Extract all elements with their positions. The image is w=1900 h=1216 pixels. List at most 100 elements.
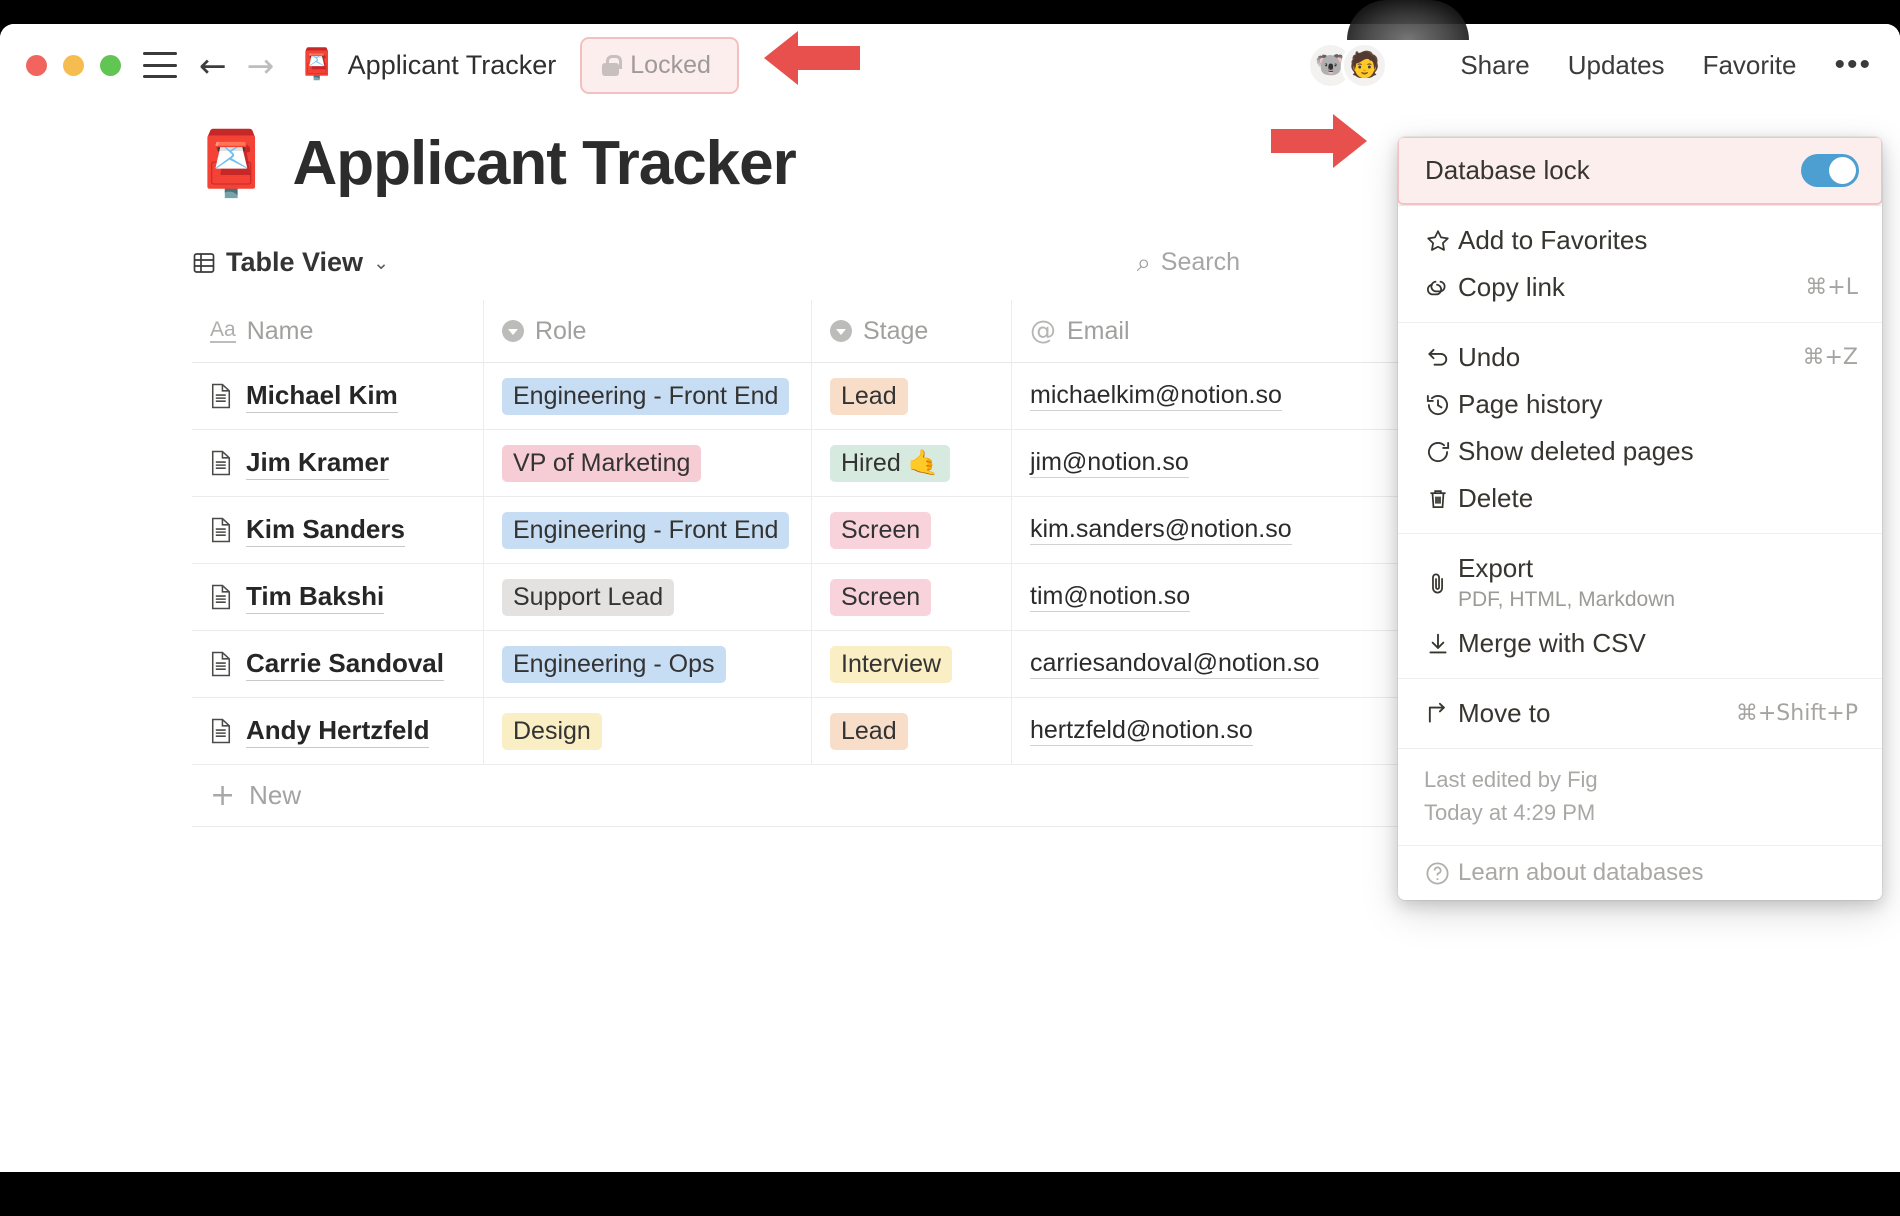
avatar[interactable]: 🧑 bbox=[1341, 41, 1389, 89]
cell-role[interactable]: Engineering - Ops bbox=[484, 631, 812, 697]
text-type-icon: Aa bbox=[210, 318, 236, 344]
cell-name[interactable]: Andy Hertzfeld bbox=[192, 698, 484, 764]
cell-email[interactable]: hertzfeld@notion.so bbox=[1012, 698, 1432, 764]
email-link[interactable]: carriesandoval@notion.so bbox=[1030, 649, 1320, 679]
titlebar-right-actions: 🐨 🧑 Share Updates Favorite ••• bbox=[1307, 41, 1872, 89]
avatar-group[interactable]: 🐨 🧑 bbox=[1307, 41, 1389, 89]
cell-role[interactable]: Design bbox=[484, 698, 812, 764]
page-document-icon[interactable] bbox=[210, 383, 232, 409]
column-header-stage[interactable]: Stage bbox=[812, 300, 1012, 362]
chevron-down-icon[interactable]: ⌄ bbox=[373, 252, 389, 274]
row-name-link[interactable]: Michael Kim bbox=[246, 380, 398, 413]
minimize-window-button[interactable] bbox=[63, 54, 84, 76]
email-link[interactable]: hertzfeld@notion.so bbox=[1030, 716, 1253, 746]
cell-stage[interactable]: Hired 🤙 bbox=[812, 430, 1012, 496]
favorite-button[interactable]: Favorite bbox=[1703, 50, 1797, 81]
close-window-button[interactable] bbox=[26, 54, 47, 76]
more-options-icon[interactable]: ••• bbox=[1834, 48, 1872, 82]
cell-role[interactable]: Engineering - Front End bbox=[484, 497, 812, 563]
menu-item-add-to-favorites[interactable]: Add to Favorites bbox=[1398, 217, 1882, 264]
cell-email[interactable]: carriesandoval@notion.so bbox=[1012, 631, 1432, 697]
stage-tag: Lead bbox=[830, 712, 908, 750]
cell-email[interactable]: michaelkim@notion.so bbox=[1012, 363, 1432, 429]
cell-email[interactable]: tim@notion.so bbox=[1012, 564, 1432, 630]
cell-name[interactable]: Kim Sanders bbox=[192, 497, 484, 563]
back-arrow-icon[interactable]: ← bbox=[199, 49, 227, 82]
page-document-icon[interactable] bbox=[210, 651, 232, 677]
select-type-icon bbox=[830, 320, 852, 342]
role-tag: VP of Marketing bbox=[502, 444, 702, 482]
column-header-label: Stage bbox=[863, 316, 929, 345]
page-document-icon[interactable] bbox=[210, 450, 232, 476]
role-tag: Support Lead bbox=[502, 578, 675, 616]
locked-badge[interactable]: Locked bbox=[580, 36, 739, 94]
column-header-label: Role bbox=[535, 316, 587, 345]
menu-item-label: Copy link bbox=[1458, 272, 1565, 302]
menu-item-label: Move to bbox=[1458, 698, 1551, 728]
page-document-icon[interactable] bbox=[210, 718, 232, 744]
menu-item-delete[interactable]: Delete bbox=[1398, 475, 1882, 522]
menu-item-database-lock[interactable]: Database lock bbox=[1398, 137, 1882, 205]
menu-item-learn-about-databases[interactable]: Learn about databases bbox=[1398, 845, 1882, 900]
move-to-icon bbox=[1424, 700, 1458, 728]
menu-item-merge-with-csv[interactable]: Merge with CSV bbox=[1398, 620, 1882, 667]
cell-role[interactable]: VP of Marketing bbox=[484, 430, 812, 496]
column-header-email[interactable]: @ Email bbox=[1012, 300, 1432, 362]
column-header-role[interactable]: Role bbox=[484, 300, 812, 362]
cell-name[interactable]: Tim Bakshi bbox=[192, 564, 484, 630]
locked-badge-label: Locked bbox=[630, 50, 711, 79]
row-name-link[interactable]: Kim Sanders bbox=[246, 514, 405, 547]
column-header-name[interactable]: Aa Name bbox=[192, 300, 484, 362]
cell-stage[interactable]: Screen bbox=[812, 564, 1012, 630]
email-link[interactable]: michaelkim@notion.so bbox=[1030, 381, 1282, 411]
cell-stage[interactable]: Screen bbox=[812, 497, 1012, 563]
annotation-arrow-left bbox=[760, 27, 864, 89]
stage-tag: Lead bbox=[830, 377, 908, 415]
last-edited-at: Today at 4:29 PM bbox=[1424, 800, 1596, 825]
cell-role[interactable]: Support Lead bbox=[484, 564, 812, 630]
row-name-link[interactable]: Tim Bakshi bbox=[246, 581, 385, 614]
row-name-link[interactable]: Carrie Sandoval bbox=[246, 648, 444, 681]
hamburger-icon[interactable] bbox=[143, 52, 177, 78]
email-link[interactable]: jim@notion.so bbox=[1030, 448, 1189, 478]
cell-stage[interactable]: Lead bbox=[812, 363, 1012, 429]
page-options-menu: Database lock Add to Favorites Copy link ⌘… bbox=[1398, 137, 1882, 900]
page-document-icon[interactable] bbox=[210, 584, 232, 610]
mailbox-icon[interactable]: 📮 bbox=[192, 132, 270, 195]
cell-email[interactable]: kim.sanders@notion.so bbox=[1012, 497, 1432, 563]
tab-table-view[interactable]: Table View ⌄ bbox=[192, 247, 389, 278]
search-input[interactable]: Search bbox=[1161, 248, 1240, 277]
page-title[interactable]: Applicant Tracker bbox=[292, 128, 796, 199]
maximize-window-button[interactable] bbox=[100, 54, 121, 76]
menu-group: Add to Favorites Copy link ⌘+L bbox=[1398, 205, 1882, 322]
cell-stage[interactable]: Lead bbox=[812, 698, 1012, 764]
row-name-link[interactable]: Jim Kramer bbox=[246, 447, 390, 480]
menu-item-show-deleted-pages[interactable]: Show deleted pages bbox=[1398, 428, 1882, 475]
restore-icon bbox=[1424, 438, 1458, 466]
view-tab-label: Table View bbox=[226, 247, 364, 277]
share-button[interactable]: Share bbox=[1460, 50, 1529, 81]
menu-item-page-history[interactable]: Page history bbox=[1398, 381, 1882, 428]
email-link[interactable]: tim@notion.so bbox=[1030, 582, 1191, 612]
cell-role[interactable]: Engineering - Front End bbox=[484, 363, 812, 429]
cell-stage[interactable]: Interview bbox=[812, 631, 1012, 697]
select-type-icon bbox=[502, 320, 524, 342]
page-document-icon[interactable] bbox=[210, 517, 232, 543]
email-link[interactable]: kim.sanders@notion.so bbox=[1030, 515, 1292, 545]
cell-name[interactable]: Michael Kim bbox=[192, 363, 484, 429]
menu-item-undo[interactable]: Undo ⌘+Z bbox=[1398, 334, 1882, 381]
cell-name[interactable]: Jim Kramer bbox=[192, 430, 484, 496]
last-edited-by: Last edited by Fig bbox=[1424, 767, 1598, 792]
menu-groups: Add to Favorites Copy link ⌘+L Undo ⌘+Z Page … bbox=[1398, 205, 1882, 748]
window-controls[interactable] bbox=[26, 54, 121, 76]
cell-email[interactable]: jim@notion.so bbox=[1012, 430, 1432, 496]
menu-item-copy-link[interactable]: Copy link ⌘+L bbox=[1398, 264, 1882, 311]
updates-button[interactable]: Updates bbox=[1568, 50, 1665, 81]
menu-item-export[interactable]: Export PDF, HTML, Markdown bbox=[1398, 545, 1882, 620]
breadcrumb-title[interactable]: Applicant Tracker bbox=[348, 50, 557, 81]
database-lock-toggle[interactable] bbox=[1801, 154, 1859, 187]
menu-item-move-to[interactable]: Move to ⌘+Shift+P bbox=[1398, 690, 1882, 737]
row-name-link[interactable]: Andy Hertzfeld bbox=[246, 715, 430, 748]
cell-name[interactable]: Carrie Sandoval bbox=[192, 631, 484, 697]
forward-arrow-icon[interactable]: → bbox=[247, 49, 275, 82]
